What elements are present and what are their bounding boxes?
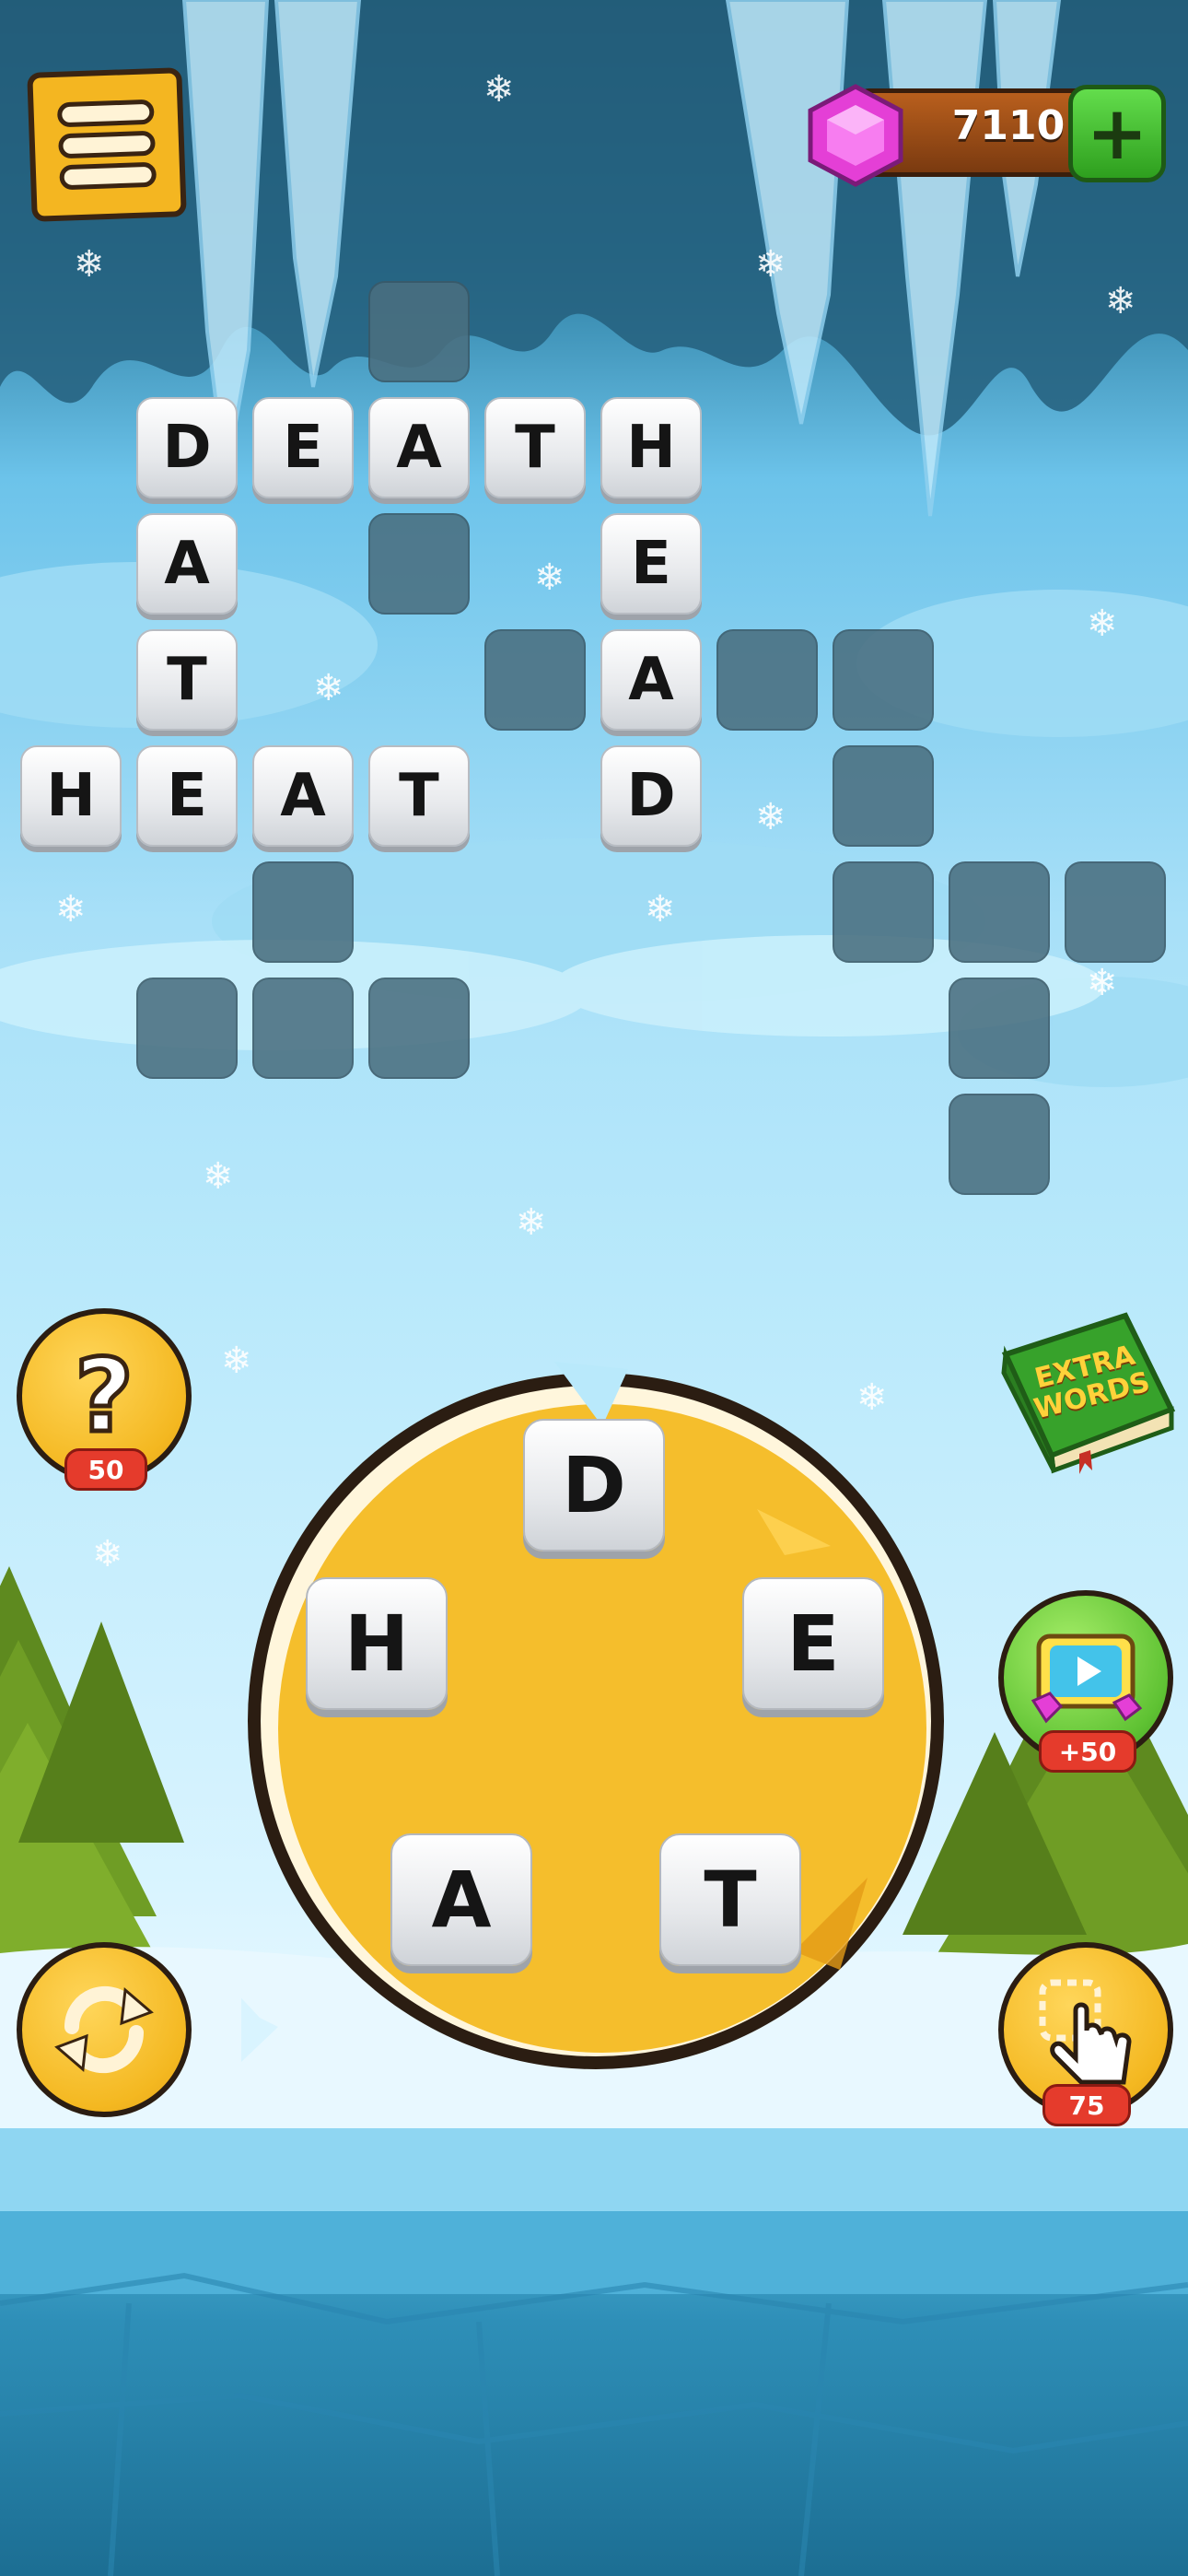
letter-cell: E [600,513,702,615]
svg-text:❄: ❄ [516,1201,547,1244]
svg-text:❄: ❄ [92,1533,123,1575]
empty-cell [949,1094,1050,1195]
letter-cell: A [252,745,354,847]
empty-cell [716,629,818,731]
wheel-letter-d[interactable]: D [523,1419,665,1551]
empty-cell [368,513,470,615]
empty-cell [949,861,1050,963]
wheel-letter-t[interactable]: T [659,1833,801,1966]
letter-cell: D [136,397,238,498]
empty-cell [833,629,934,731]
letter-cell: H [600,397,702,498]
letter-cell: E [252,397,354,498]
empty-cell [833,861,934,963]
game-screen: ❄❄❄ ❄❄❄ ❄❄❄ ❄❄❄ ❄❄❄ ❄❄❄ ❄❄❄ [0,0,1188,2576]
letter-cell: A [600,629,702,731]
empty-cell [833,745,934,847]
wheel-letter-h[interactable]: H [306,1577,448,1710]
video-reward-badge: +50 [1039,1730,1136,1773]
wheel-letter-a[interactable]: A [390,1833,532,1966]
letter-cell: T [136,629,238,731]
tap-finger-icon [1039,1979,1132,2085]
empty-cell [252,861,354,963]
empty-cell [136,978,238,1079]
question-mark-icon: ? [73,1337,136,1455]
letter-cell: A [368,397,470,498]
shuffle-icon [54,1985,154,2074]
wheel-letter-e[interactable]: E [742,1577,884,1710]
hint-cost-badge: 50 [64,1448,147,1491]
empty-cell [368,281,470,382]
letter-cell: T [368,745,470,847]
video-gems-icon [1031,1633,1143,1724]
finger-hint-cost-badge: 75 [1042,2084,1131,2126]
empty-cell [1065,861,1166,963]
shuffle-button[interactable] [17,1942,192,2117]
letter-cell: A [136,513,238,615]
extra-words-button[interactable]: EXTRA WORDS [987,1299,1181,1474]
empty-cell [484,629,586,731]
letter-cell: E [136,745,238,847]
empty-cell [368,978,470,1079]
letter-cell: H [20,745,122,847]
letter-cell: D [600,745,702,847]
letter-cell: T [484,397,586,498]
empty-cell [949,978,1050,1079]
crossword-grid: D E A T H A E T A H E A T D [0,0,1188,1198]
empty-cell [252,978,354,1079]
